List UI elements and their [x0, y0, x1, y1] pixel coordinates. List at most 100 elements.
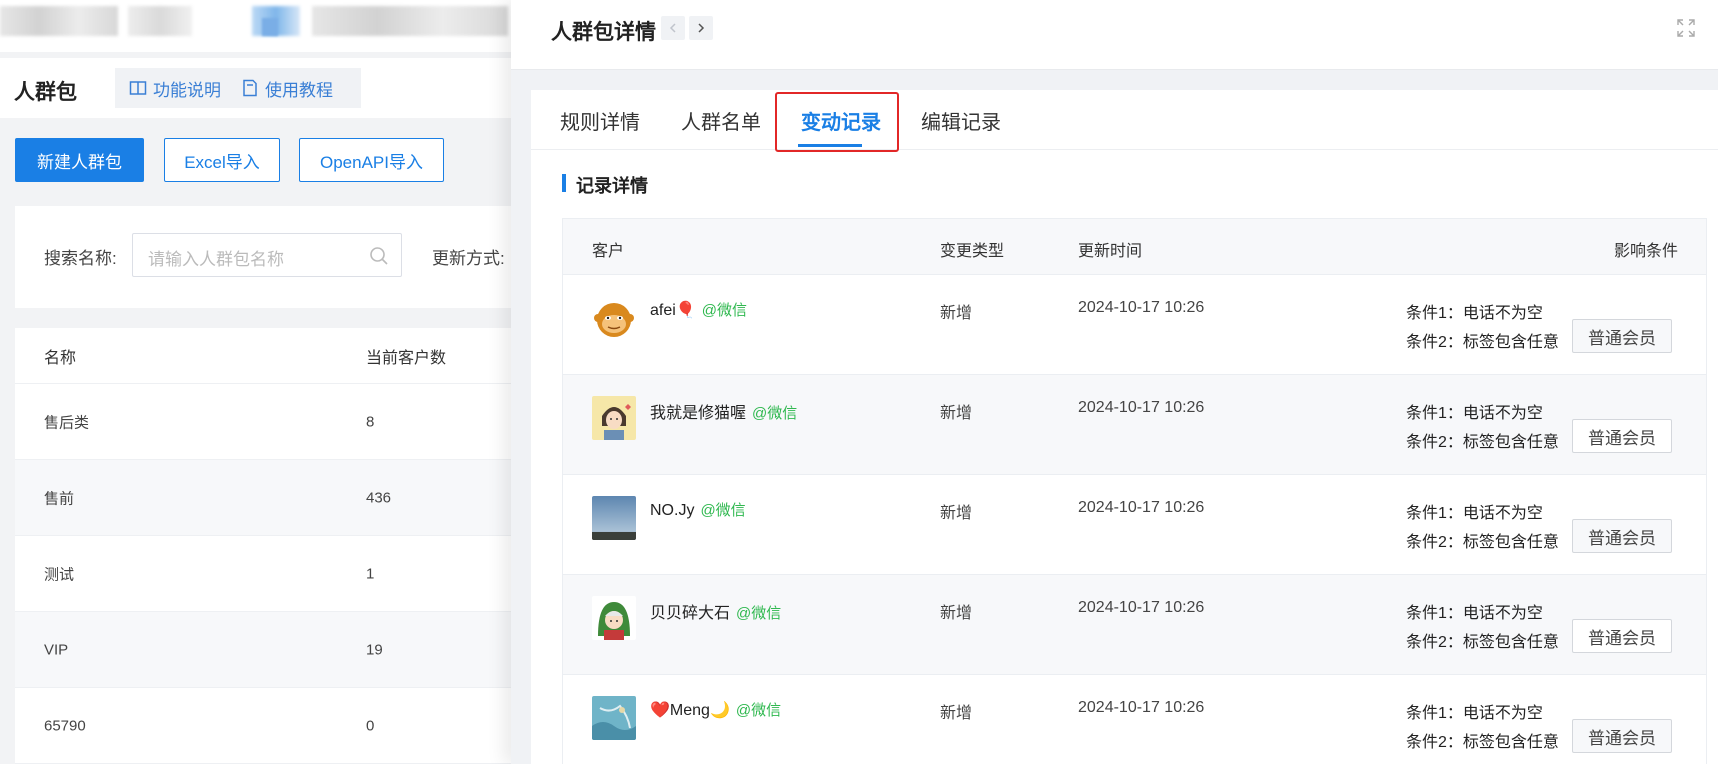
sea-avatar — [592, 696, 636, 740]
row-name: 售后类 — [44, 414, 90, 431]
customer-name[interactable]: 贝贝碎大石 @微信 — [650, 599, 781, 623]
table-row: ❤️Meng🌙 @微信 新增 2024-10-17 10:26 条件1：电话不为空… — [563, 675, 1706, 764]
update-time: 2024-10-17 10:26 — [1078, 699, 1205, 716]
row-count: 8 — [366, 413, 375, 430]
section-title: 记录详情 — [562, 172, 648, 198]
condition-2: 条件2：标签包含任意 — [1406, 334, 1559, 351]
tab-edit-log[interactable]: 编辑记录 — [921, 106, 1001, 135]
create-crowd-button[interactable]: 新建人群包 — [15, 138, 144, 182]
green-hood-avatar — [592, 596, 636, 640]
feature-guide-link[interactable]: 功能说明 — [129, 76, 221, 101]
member-tag: 普通会员 — [1572, 619, 1672, 653]
openapi-import-button[interactable]: OpenAPI导入 — [299, 138, 444, 182]
customer-name[interactable]: ❤️Meng🌙 @微信 — [650, 699, 781, 720]
table-row: 我就是修猫喔 @微信 新增 2024-10-17 10:26 条件1：电话不为空 … — [563, 375, 1706, 475]
condition-1: 条件1：电话不为空 — [1406, 705, 1543, 722]
update-time: 2024-10-17 10:26 — [1078, 399, 1205, 416]
column-name: 名称 — [44, 349, 77, 367]
update-time: 2024-10-17 10:26 — [1078, 499, 1205, 516]
next-button[interactable] — [689, 16, 713, 40]
change-type: 新增 — [940, 405, 973, 422]
monkey-avatar — [592, 296, 636, 340]
customer-name-text: 贝贝碎大石 — [650, 605, 731, 622]
customer-name-text: NO.Jy — [650, 502, 695, 519]
table-row[interactable]: 售前 436 — [15, 460, 545, 536]
customer-name[interactable]: afei🎈 @微信 — [650, 299, 747, 320]
condition-1: 条件1：电话不为空 — [1406, 605, 1543, 622]
search-name-label: 搜索名称: — [44, 249, 117, 268]
condition-2: 条件2：标签包含任意 — [1406, 534, 1559, 551]
prev-button[interactable] — [661, 16, 685, 40]
condition-1: 条件1：电话不为空 — [1406, 405, 1543, 422]
table-row[interactable]: 65790 0 — [15, 688, 545, 764]
column-change-type: 变更类型 — [940, 243, 1005, 260]
row-name: 测试 — [44, 566, 75, 583]
column-customer: 客户 — [592, 243, 625, 260]
highlight-box — [775, 92, 899, 152]
excel-import-button[interactable]: Excel导入 — [164, 138, 280, 182]
page-title: 人群包 — [14, 81, 77, 104]
member-tag: 普通会员 — [1572, 719, 1672, 753]
row-count: 19 — [366, 641, 383, 658]
tutorial-link[interactable]: 使用教程 — [241, 76, 333, 101]
condition-1: 条件1：电话不为空 — [1406, 305, 1543, 322]
table-row: NO.Jy @微信 新增 2024-10-17 10:26 条件1：电话不为空 条… — [563, 475, 1706, 575]
customer-name[interactable]: 我就是修猫喔 @微信 — [650, 399, 797, 423]
sky-avatar — [592, 496, 636, 540]
table-row[interactable]: 售后类 8 — [15, 384, 545, 460]
feature-guide-label: 功能说明 — [153, 80, 221, 100]
table-header: 名称 当前客户数 — [15, 328, 545, 384]
condition-2: 条件2：标签包含任意 — [1406, 434, 1559, 451]
column-update-time: 更新时间 — [1078, 243, 1143, 260]
customer-name[interactable]: NO.Jy @微信 — [650, 499, 746, 520]
row-count: 436 — [366, 489, 392, 506]
column-count: 当前客户数 — [366, 349, 447, 367]
tab-crowd-list[interactable]: 人群名单 — [681, 106, 761, 135]
wechat-channel: @微信 — [701, 302, 747, 319]
change-type: 新增 — [940, 605, 973, 622]
table-row[interactable]: 测试 1 — [15, 536, 545, 612]
blurred-breadcrumb — [312, 6, 508, 36]
tab-rule-detail[interactable]: 规则详情 — [560, 106, 640, 135]
customer-name-text: 我就是修猫喔 — [650, 405, 747, 422]
records-table: 客户 变更类型 更新时间 影响条件 afei🎈 @微信 新增 2024-10-17… — [562, 218, 1707, 764]
row-name: VIP — [44, 641, 69, 658]
row-name: 售前 — [44, 490, 75, 507]
tutorial-label: 使用教程 — [265, 80, 333, 100]
table-row: 贝贝碎大石 @微信 新增 2024-10-17 10:26 条件1：电话不为空 条… — [563, 575, 1706, 675]
condition-2: 条件2：标签包含任意 — [1406, 734, 1559, 751]
anime-girl-avatar — [592, 396, 636, 440]
chevron-left-icon — [669, 23, 676, 33]
tab-bar: 规则详情 人群名单 变动记录 编辑记录 — [531, 90, 1718, 152]
search-icon — [370, 247, 388, 265]
fullscreen-icon[interactable] — [1676, 18, 1696, 38]
row-count: 0 — [366, 717, 375, 734]
search-input[interactable]: 请输入人群包名称 — [132, 233, 402, 277]
blurred-text — [128, 6, 192, 36]
wechat-channel: @微信 — [700, 502, 746, 519]
change-type: 新增 — [940, 305, 973, 322]
change-type: 新增 — [940, 705, 973, 722]
member-tag: 普通会员 — [1572, 519, 1672, 553]
table-row[interactable]: VIP 19 — [15, 612, 545, 688]
member-tag: 普通会员 — [1572, 419, 1672, 453]
crowd-detail-drawer: 人群包详情 规则详情 人群名单 变动记录 编辑记录 记录详情 客户 变更类型 更… — [511, 0, 1718, 764]
blurred-icon-mark — [262, 18, 278, 36]
change-type: 新增 — [940, 505, 973, 522]
drawer-header: 人群包详情 — [511, 0, 1718, 70]
update-method-label: 更新方式: — [432, 249, 505, 268]
chevron-right-icon — [698, 23, 705, 33]
column-conditions: 影响条件 — [1613, 243, 1678, 260]
member-tag: 普通会员 — [1572, 319, 1672, 353]
condition-1: 条件1：电话不为空 — [1406, 505, 1543, 522]
customer-name-text: afei🎈 — [650, 302, 696, 319]
search-card: 搜索名称: 请输入人群包名称 更新方式: — [15, 206, 545, 308]
document-icon — [243, 79, 257, 97]
table-row: afei🎈 @微信 新增 2024-10-17 10:26 条件1：电话不为空 条… — [563, 275, 1706, 375]
drawer-body: 规则详情 人群名单 变动记录 编辑记录 记录详情 客户 变更类型 更新时间 影响… — [531, 90, 1718, 764]
row-count: 1 — [366, 565, 375, 582]
help-links: 功能说明 使用教程 — [115, 68, 361, 108]
wechat-channel: @微信 — [752, 405, 798, 422]
book-icon — [129, 81, 147, 95]
customer-name-text: ❤️Meng🌙 — [650, 702, 730, 719]
